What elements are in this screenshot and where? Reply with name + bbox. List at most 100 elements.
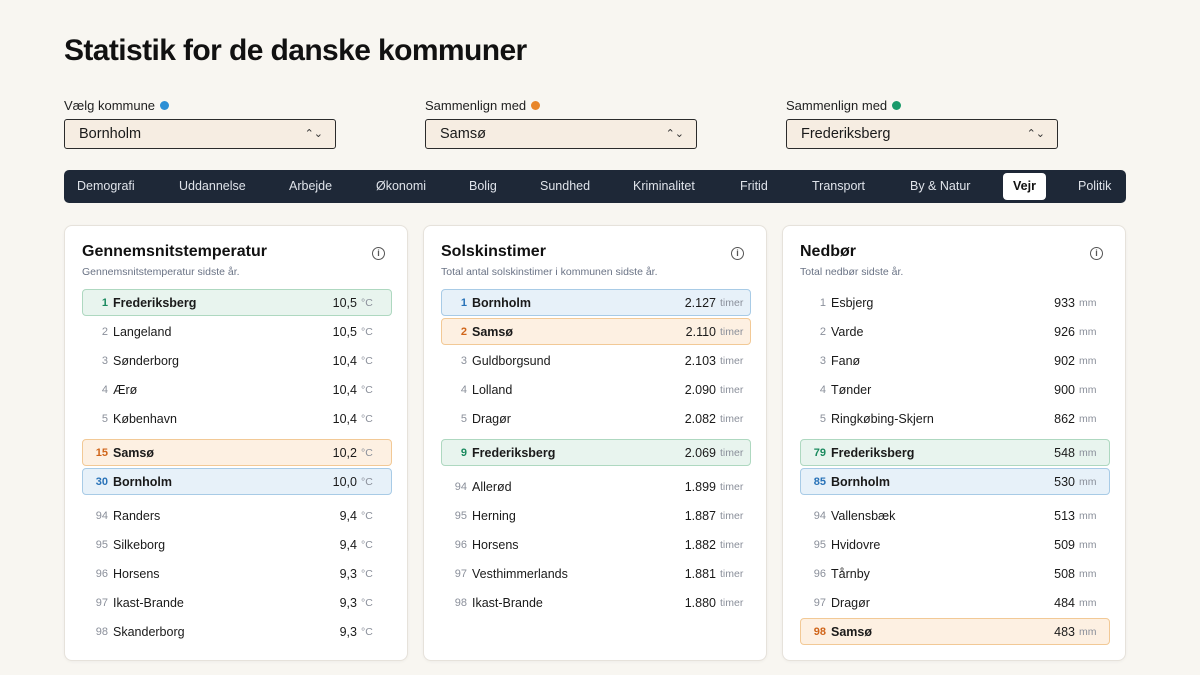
ranking-rank: 94 xyxy=(454,480,467,493)
ranking-rank: 97 xyxy=(454,567,467,580)
ranking-name: Allerød xyxy=(472,479,512,494)
ranking-name: Frederiksberg xyxy=(831,445,915,460)
ranking-name: Samsø xyxy=(831,624,872,639)
ranking-row: 4 Tønder 900 mm xyxy=(800,376,1110,403)
card-subtitle: Total antal solskinstimer i kommunen sid… xyxy=(441,266,658,278)
ranking-unit: °C xyxy=(361,475,373,488)
ranking-name: Skanderborg xyxy=(113,624,185,639)
tab-transport[interactable]: Transport xyxy=(812,173,865,200)
selector-compare-2: Sammenlign med Frederiksberg ⌃⌄ xyxy=(786,97,1058,149)
ranking-name: Frederiksberg xyxy=(472,445,556,460)
ranking-rank: 4 xyxy=(101,383,108,396)
ranking-name: Sønderborg xyxy=(113,353,180,368)
ranking-unit: timer xyxy=(720,412,744,425)
ranking-rank: 2 xyxy=(460,325,467,338)
ranking-unit: timer xyxy=(720,446,744,459)
ranking-value: 10,5 xyxy=(332,295,357,310)
info-icon[interactable]: i xyxy=(731,247,744,260)
ranking-rank: 94 xyxy=(95,509,108,522)
tab-demografi[interactable]: Demografi xyxy=(77,173,135,200)
ranking-rank: 2 xyxy=(819,325,826,338)
ranking-row: 94 Vallensbæk 513 mm xyxy=(800,502,1110,529)
ranking-row: 96 Horsens 1.882 timer xyxy=(441,531,751,558)
ranking-name: Bornholm xyxy=(831,474,891,489)
ranking-row: 4 Lolland 2.090 timer xyxy=(441,376,751,403)
tab-sundhed[interactable]: Sundhed xyxy=(540,173,590,200)
ranking-name: Lolland xyxy=(472,382,513,397)
blue-dot-icon xyxy=(160,100,170,110)
ranking-name: Horsens xyxy=(113,566,160,581)
ranking-name: Hvidovre xyxy=(831,537,881,552)
ranking-unit: mm xyxy=(1079,567,1097,580)
ranking-row: 96 Horsens 9,3 °C xyxy=(82,560,392,587)
tab-bolig[interactable]: Bolig xyxy=(469,173,497,200)
select-value: Samsø xyxy=(440,126,486,142)
tab-okonomi[interactable]: Økonomi xyxy=(376,173,426,200)
ranking-row: 4 Ærø 10,4 °C xyxy=(82,376,392,403)
kommune-select[interactable]: Bornholm ⌃⌄ xyxy=(64,119,336,149)
ranking-rank: 79 xyxy=(813,446,826,459)
ranking-unit: timer xyxy=(720,567,744,580)
ranking-row: 95 Silkeborg 9,4 °C xyxy=(82,531,392,558)
ranking-row: 5 Dragør 2.082 timer xyxy=(441,405,751,432)
card-sunshine: Solskinstimer Total antal solskinstimer … xyxy=(423,225,767,661)
tab-fritid[interactable]: Fritid xyxy=(740,173,768,200)
ranking-unit: °C xyxy=(361,446,373,459)
ranking-value: 2.127 xyxy=(684,295,716,310)
ranking-value: 9,4 xyxy=(339,508,357,523)
ranking-value: 484 xyxy=(1054,595,1075,610)
tab-politik[interactable]: Politik xyxy=(1078,173,1111,200)
ranking-rank: 2 xyxy=(101,325,108,338)
ranking-value: 10,4 xyxy=(332,411,357,426)
ranking-unit: timer xyxy=(720,383,744,396)
ranking-rank: 98 xyxy=(813,625,826,638)
tab-kriminalitet[interactable]: Kriminalitet xyxy=(633,173,695,200)
selector-compare-1: Sammenlign med Samsø ⌃⌄ xyxy=(425,97,697,149)
info-icon[interactable]: i xyxy=(1090,247,1103,260)
info-icon[interactable]: i xyxy=(372,247,385,260)
category-tabs: Demografi Uddannelse Arbejde Økonomi Bol… xyxy=(64,170,1126,203)
ranking-value: 2.110 xyxy=(685,324,716,339)
ranking-value: 10,2 xyxy=(332,445,357,460)
ranking-unit: timer xyxy=(720,296,744,309)
ranking-row: 1 Esbjerg 933 mm xyxy=(800,289,1110,316)
ranking-unit: mm xyxy=(1079,383,1097,396)
ranking-row: 94 Randers 9,4 °C xyxy=(82,502,392,529)
chevron-updown-icon: ⌃⌄ xyxy=(304,127,323,140)
ranking-name: Horsens xyxy=(472,537,519,552)
ranking-unit: °C xyxy=(361,325,373,338)
tab-uddannelse[interactable]: Uddannelse xyxy=(179,173,246,200)
ranking-unit: mm xyxy=(1079,509,1097,522)
ranking-value: 483 xyxy=(1054,624,1075,639)
select-value: Bornholm xyxy=(79,126,142,142)
ranking-name: Fanø xyxy=(831,353,861,368)
ranking-rank: 96 xyxy=(454,538,467,551)
ranking-row: 98 Samsø 483 mm xyxy=(800,618,1110,645)
compare-select-1[interactable]: Samsø ⌃⌄ xyxy=(425,119,697,149)
ranking-name: Bornholm xyxy=(472,295,532,310)
ranking-value: 2.103 xyxy=(684,353,716,368)
tab-arbejde[interactable]: Arbejde xyxy=(289,173,332,200)
ranking-name: Vesthimmerlands xyxy=(472,566,568,581)
ranking-name: Frederiksberg xyxy=(113,295,197,310)
ranking-rank: 95 xyxy=(454,509,467,522)
ranking-name: Samsø xyxy=(472,324,513,339)
ranking-rank: 1 xyxy=(460,296,467,309)
ranking-value: 1.881 xyxy=(684,566,716,581)
card-title: Solskinstimer xyxy=(441,243,546,260)
compare-select-2[interactable]: Frederiksberg ⌃⌄ xyxy=(786,119,1058,149)
ranking-unit: mm xyxy=(1079,296,1097,309)
select-value: Frederiksberg xyxy=(801,126,891,142)
card-title: Gennemsnitstemperatur xyxy=(82,243,267,260)
ranking-name: Ikast-Brande xyxy=(472,595,543,610)
ranking-row: 79 Frederiksberg 548 mm xyxy=(800,439,1110,466)
tab-by-natur[interactable]: By & Natur xyxy=(910,173,970,200)
ranking-value: 9,3 xyxy=(339,624,357,639)
ranking-name: Randers xyxy=(113,508,161,523)
tab-vejr[interactable]: Vejr xyxy=(1003,173,1046,200)
ranking-unit: timer xyxy=(720,538,744,551)
ranking-unit: °C xyxy=(361,596,373,609)
ranking-row: 96 Tårnby 508 mm xyxy=(800,560,1110,587)
ranking-name: Bornholm xyxy=(113,474,173,489)
ranking-value: 530 xyxy=(1054,474,1075,489)
